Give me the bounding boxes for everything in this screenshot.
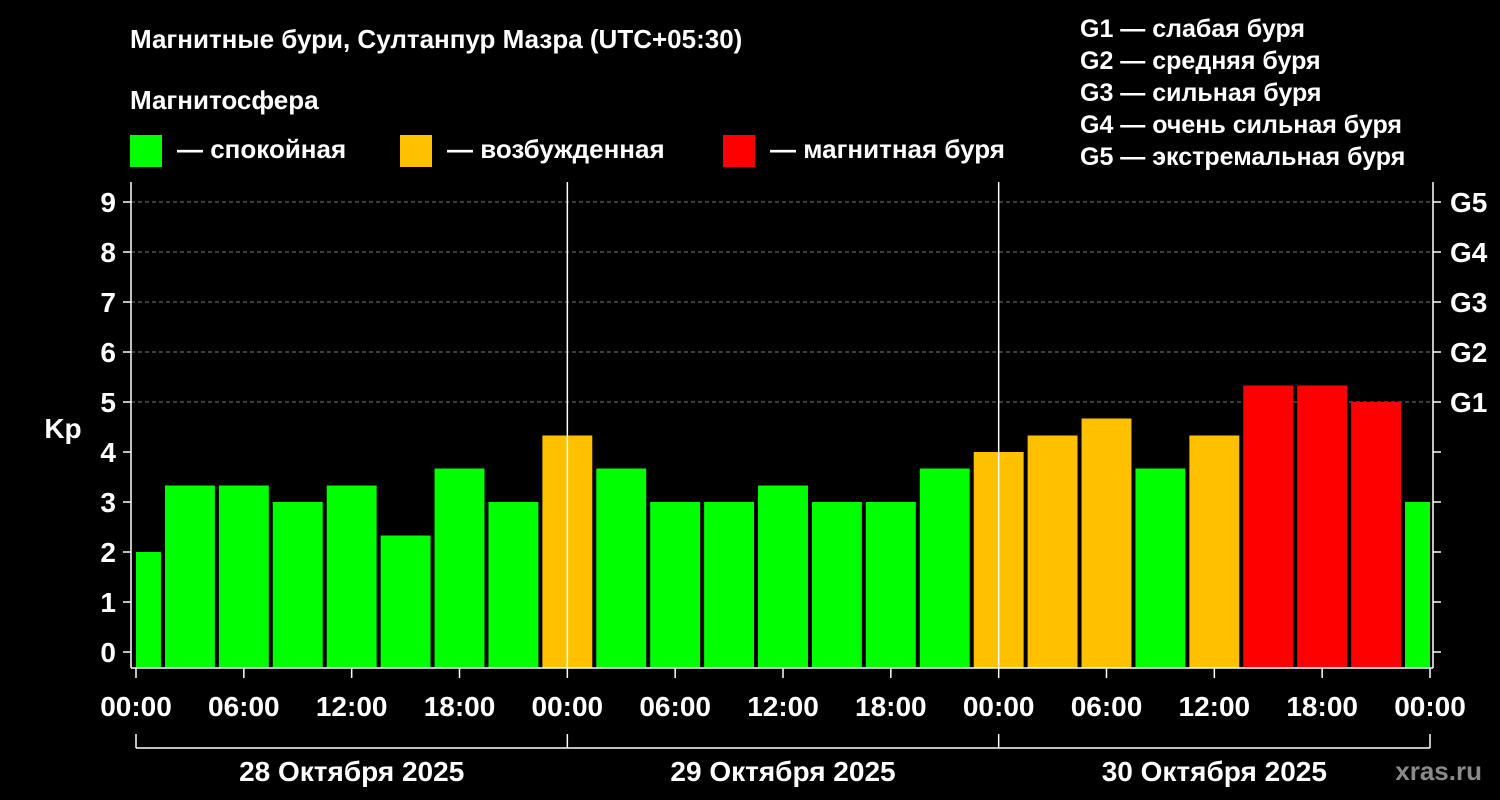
x-tick-label-6: 12:00: [747, 691, 819, 722]
y-tick-label-9: 9: [100, 187, 116, 218]
g-level-g2: G2: [1450, 337, 1487, 368]
kp-bar-11: [704, 502, 755, 668]
day-label-0: 28 Октября 2025: [239, 756, 464, 787]
x-tick-label-3: 18:00: [424, 691, 496, 722]
y-tick-labels: 0 1 2 3 4 5 6 7 8 9: [100, 187, 116, 668]
kp-bar-24: [1405, 502, 1430, 668]
kp-bar-4: [326, 485, 377, 668]
kp-bar-1: [164, 485, 215, 668]
kp-bar-22: [1297, 385, 1348, 668]
kp-bar-20: [1189, 435, 1240, 668]
kp-chart: Магнитные бури, Султанпур Мазра (UTC+05:…: [44, 15, 1488, 787]
x-tick-label-10: 12:00: [1179, 691, 1251, 722]
y-tick-label-0: 0: [100, 637, 116, 668]
x-tick-label-12: 00:00: [1394, 691, 1466, 722]
legend-label-calm: — спокойная: [177, 134, 346, 164]
g-level-g4: G4: [1450, 237, 1488, 268]
kp-bar-13: [811, 502, 862, 668]
bars: [136, 385, 1430, 668]
legend-label-storm: — магнитная буря: [770, 134, 1005, 164]
kp-bar-23: [1351, 402, 1402, 668]
g-level-labels: G1 G2 G3 G4 G5: [1450, 187, 1488, 418]
kp-bar-12: [758, 485, 808, 668]
y-tick-label-1: 1: [100, 587, 116, 618]
x-tick-label-9: 06:00: [1071, 691, 1143, 722]
storm-level-legend: G1 — слабая буря G2 — средняя буря G3 — …: [1080, 15, 1405, 171]
x-tick-label-4: 00:00: [532, 691, 604, 722]
magnetosphere-legend-title: Магнитосфера: [130, 85, 319, 115]
kp-bar-10: [650, 502, 701, 668]
g-level-g3: G3: [1450, 287, 1487, 318]
kp-bar-3: [272, 502, 323, 668]
kp-bar-9: [596, 468, 647, 668]
y-tick-label-8: 8: [100, 237, 116, 268]
storm-legend-g2: G2 — средняя буря: [1080, 47, 1321, 75]
x-tick-label-5: 06:00: [639, 691, 711, 722]
storm-legend-g1: G1 — слабая буря: [1080, 15, 1305, 43]
kp-bar-17: [1027, 435, 1078, 668]
storm-legend-g3: G3 — сильная буря: [1080, 79, 1322, 107]
chart-title: Магнитные бури, Султанпур Мазра (UTC+05:…: [130, 24, 742, 54]
grid: [131, 201, 1433, 403]
g-level-g1: G1: [1450, 387, 1487, 418]
magnetosphere-legend: — спокойная — возбужденная — магнитная б…: [130, 134, 1005, 167]
day-labels: 28 Октября 2025 29 Октября 2025 30 Октября…: [135, 734, 1431, 787]
y-tick-label-5: 5: [100, 387, 116, 418]
kp-bar-2: [218, 485, 269, 668]
legend-label-excited: — возбужденная: [447, 134, 665, 164]
storm-legend-g4: G4 — очень сильная буря: [1080, 111, 1402, 139]
kp-bar-19: [1135, 468, 1186, 668]
kp-bar-0: [136, 552, 161, 668]
day-label-1: 29 Октября 2025: [670, 756, 895, 787]
kp-bar-21: [1243, 385, 1294, 668]
kp-bar-14: [865, 502, 916, 668]
legend-swatch-calm: [130, 135, 162, 167]
x-tick-label-8: 00:00: [963, 691, 1035, 722]
g-level-g5: G5: [1450, 187, 1487, 218]
watermark: xras.ru: [1395, 756, 1482, 786]
y-tick-label-7: 7: [100, 287, 116, 318]
legend-swatch-excited: [400, 135, 432, 167]
x-tick-label-7: 18:00: [855, 691, 927, 722]
y-tick-label-2: 2: [100, 537, 116, 568]
x-tick-label-2: 12:00: [316, 691, 388, 722]
storm-legend-g5: G5 — экстремальная буря: [1080, 143, 1405, 171]
legend-swatch-storm: [723, 135, 755, 167]
kp-bar-18: [1081, 418, 1132, 668]
kp-bar-15: [919, 468, 970, 668]
kp-bar-6: [434, 468, 485, 668]
y-tick-label-4: 4: [100, 437, 116, 468]
kp-bar-7: [488, 502, 539, 668]
y-tick-label-6: 6: [100, 337, 116, 368]
x-tick-label-0: 00:00: [100, 691, 172, 722]
y-tick-label-3: 3: [100, 487, 116, 518]
kp-bar-5: [380, 535, 431, 668]
day-label-2: 30 Октября 2025: [1102, 756, 1327, 787]
y-axis-label: Kp: [44, 413, 81, 444]
x-tick-label-11: 18:00: [1286, 691, 1358, 722]
x-tick-labels: 00:00 06:00 12:00 18:00 00:00 06:00 12:00 18:00…: [100, 691, 1466, 722]
x-tick-label-1: 06:00: [208, 691, 280, 722]
